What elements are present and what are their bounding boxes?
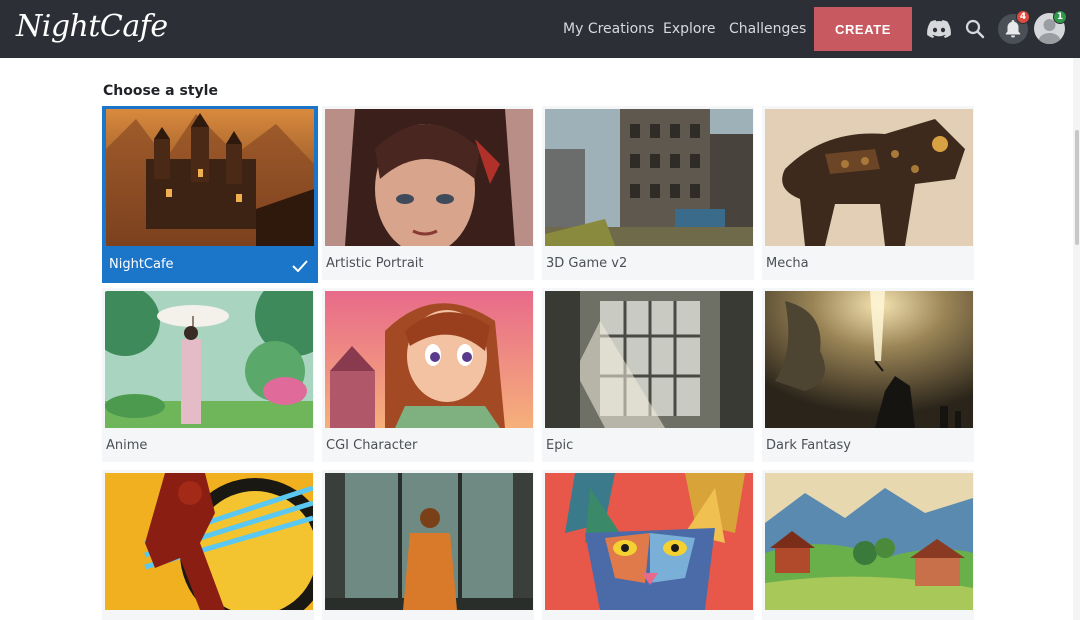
style-thumbnail: [325, 109, 533, 246]
style-label: Anime: [106, 438, 148, 453]
scrollbar-thumb[interactable]: [1075, 130, 1079, 245]
style-thumbnail: [765, 291, 973, 428]
style-label: Dark Fantasy: [766, 438, 852, 453]
style-label: Mecha: [766, 256, 809, 271]
style-card-epic[interactable]: Epic: [542, 288, 754, 462]
style-thumbnail: [545, 109, 753, 246]
avatar-badge: 1: [1053, 10, 1067, 24]
style-label: Epic: [546, 438, 574, 453]
style-label: 3D Game v2: [546, 256, 628, 271]
style-thumbnail: [325, 291, 533, 428]
style-label: NightCafe: [109, 257, 174, 272]
style-thumbnail: [545, 473, 753, 610]
style-card-dark-fantasy[interactable]: Dark Fantasy: [762, 288, 974, 462]
style-label: Artistic Portrait: [326, 256, 424, 271]
page-heading: Choose a style: [103, 83, 218, 99]
style-thumbnail: [545, 291, 753, 428]
style-thumbnail: [325, 473, 533, 610]
style-label: CGI Character: [326, 438, 418, 453]
nightcafe-logo[interactable]: NightCafe: [16, 9, 168, 44]
style-card-cgi-character[interactable]: CGI Character: [322, 288, 534, 462]
create-button[interactable]: CREATE: [814, 7, 912, 51]
search-icon[interactable]: [962, 16, 988, 42]
nav-explore[interactable]: Explore: [663, 21, 716, 37]
style-card-artistic-portrait[interactable]: Artistic Portrait: [322, 106, 534, 280]
style-card-robot-hero[interactable]: [102, 470, 314, 620]
nav-my-creations[interactable]: My Creations: [563, 21, 654, 37]
discord-icon[interactable]: [926, 16, 952, 42]
style-card-nightcafe[interactable]: NightCafe: [102, 106, 318, 283]
check-icon: [292, 257, 308, 276]
nav-challenges[interactable]: Challenges: [729, 21, 806, 37]
style-card-mecha[interactable]: Mecha: [762, 106, 974, 280]
style-card-window-figure[interactable]: [322, 470, 534, 620]
style-thumbnail: [105, 473, 313, 610]
style-card-landscape-painting[interactable]: [762, 470, 974, 620]
notification-count-badge: 4: [1016, 10, 1030, 24]
top-navigation-bar: NightCafe My Creations Explore Challenge…: [0, 0, 1080, 58]
style-thumbnail: [106, 109, 314, 246]
style-card-cubist-cat[interactable]: [542, 470, 754, 620]
style-card-3d-game-v2[interactable]: 3D Game v2: [542, 106, 754, 280]
style-thumbnail: [765, 109, 973, 246]
style-thumbnail: [105, 291, 313, 428]
style-card-anime[interactable]: Anime: [102, 288, 314, 462]
style-thumbnail: [765, 473, 973, 610]
